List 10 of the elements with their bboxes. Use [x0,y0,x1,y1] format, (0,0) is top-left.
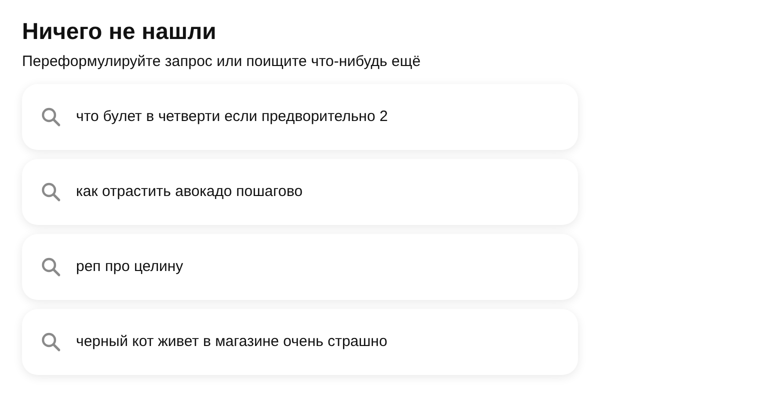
suggestion-item[interactable]: как отрастить авокадо пошагово [22,159,578,225]
search-icon [41,332,61,352]
search-icon [41,182,61,202]
suggestion-item[interactable]: реп про целину [22,234,578,300]
subtitle: Переформулируйте запрос или поищите что-нибудь ещё [22,52,422,72]
suggestion-item[interactable]: черный кот живет в магазине очень страшно [22,309,578,375]
suggestion-item[interactable]: что булет в четверти если предворительно 2 [22,84,578,150]
search-icon [41,107,61,127]
page-title: Ничего не нашли [22,17,218,46]
search-icon [41,257,61,277]
